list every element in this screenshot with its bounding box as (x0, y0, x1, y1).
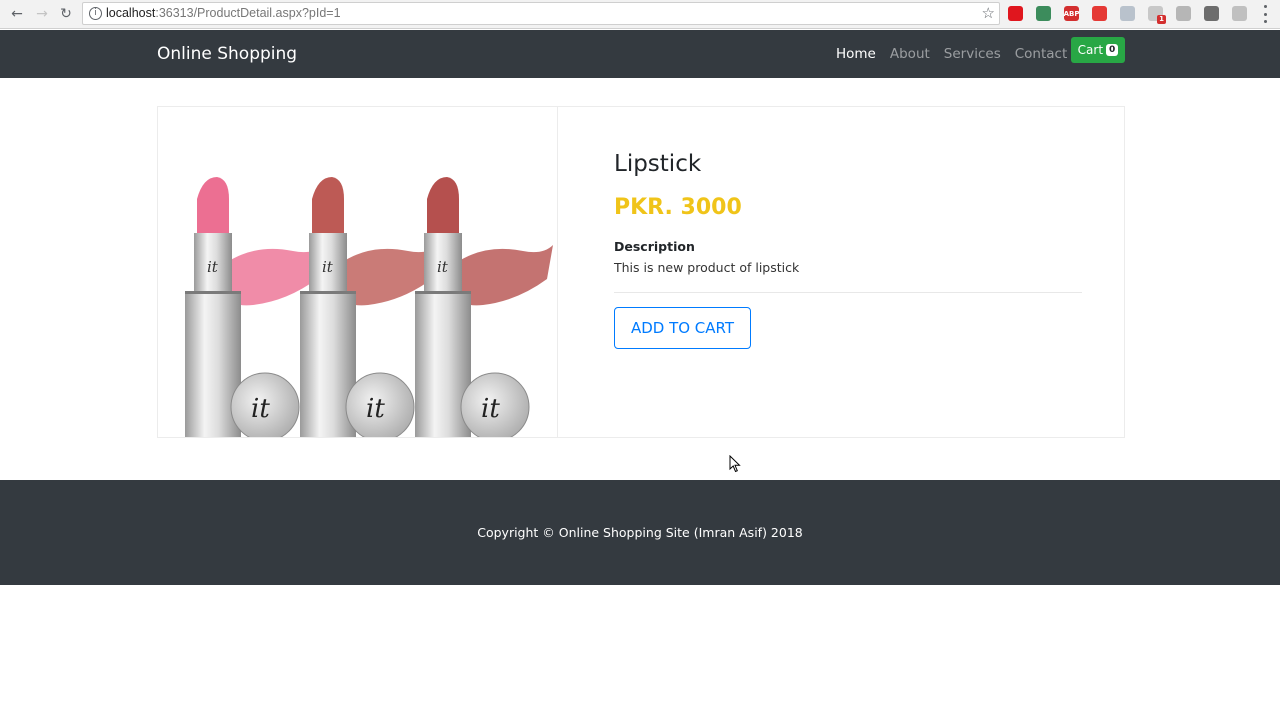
lipstick-logo-text: it (322, 258, 334, 276)
back-arrow-icon[interactable]: ← (7, 4, 27, 24)
address-url[interactable]: localhost:36313/ProductDetail.aspx?pId=1 (106, 6, 341, 20)
product-title: Lipstick (614, 151, 702, 177)
lipstick-illustration: it it it it it it (185, 177, 553, 437)
eyedropper-icon[interactable] (1036, 6, 1051, 21)
lipstick-bullet (312, 177, 344, 235)
description-text: This is new product of lipstick (614, 260, 800, 275)
adblock-icon[interactable]: ABP (1064, 6, 1079, 21)
cap-logo-text: it (251, 394, 270, 424)
mouse-cursor-icon (729, 455, 741, 473)
brand-logo[interactable]: Online Shopping (157, 44, 297, 64)
add-to-cart-button[interactable]: ADD TO CART (614, 307, 751, 349)
nav-link-services[interactable]: Services (944, 46, 1001, 62)
browser-menu-icon[interactable] (1262, 5, 1268, 23)
product-price: PKR. 3000 (614, 195, 742, 220)
nav-link-contact[interactable]: Contact (1015, 46, 1068, 62)
dropbox-icon[interactable] (1120, 6, 1135, 21)
product-image: it it it it it it (158, 107, 558, 437)
video-icon[interactable] (1092, 6, 1107, 21)
copyright-text: Copyright © Online Shopping Site (Imran … (477, 525, 803, 540)
angular-icon[interactable] (1176, 6, 1191, 21)
pdf-icon[interactable] (1232, 6, 1247, 21)
browser-toolbar: ← → ↻ i localhost:36313/ProductDetail.as… (0, 0, 1280, 29)
address-bar[interactable]: i localhost:36313/ProductDetail.aspx?pId… (82, 2, 1000, 25)
lipstick-bullet (197, 177, 229, 235)
reload-icon[interactable]: ↻ (56, 4, 76, 24)
a-icon[interactable] (1204, 6, 1219, 21)
cart-label: Cart (1077, 43, 1104, 57)
info-icon[interactable]: i (89, 7, 102, 20)
site-footer: Copyright © Online Shopping Site (Imran … (0, 480, 1280, 585)
cap-logo-text: it (366, 394, 385, 424)
opera-icon[interactable] (1008, 6, 1023, 21)
bookmark-star-icon[interactable]: ☆ (982, 4, 995, 22)
divider (614, 292, 1082, 293)
site-navbar: Online Shopping Home About Services Cont… (0, 30, 1280, 78)
cart-button[interactable]: Cart 0 (1071, 37, 1125, 63)
nav-links: Home About Services Contact (836, 46, 1067, 62)
extension-badge-icon[interactable]: 1 (1148, 6, 1166, 24)
forward-arrow-icon[interactable]: → (32, 4, 52, 24)
cart-count-badge: 0 (1106, 44, 1119, 56)
cap-logo-text: it (481, 394, 500, 424)
nav-link-about[interactable]: About (890, 46, 930, 62)
lipstick-logo-text: it (207, 258, 219, 276)
nav-link-home[interactable]: Home (836, 46, 876, 62)
product-card: it it it it it it Lipstick PKR. 3000 Descript… (157, 106, 1125, 438)
lipstick-logo-text: it (437, 258, 449, 276)
lipstick-bullet (427, 177, 459, 235)
description-label: Description (614, 239, 695, 254)
